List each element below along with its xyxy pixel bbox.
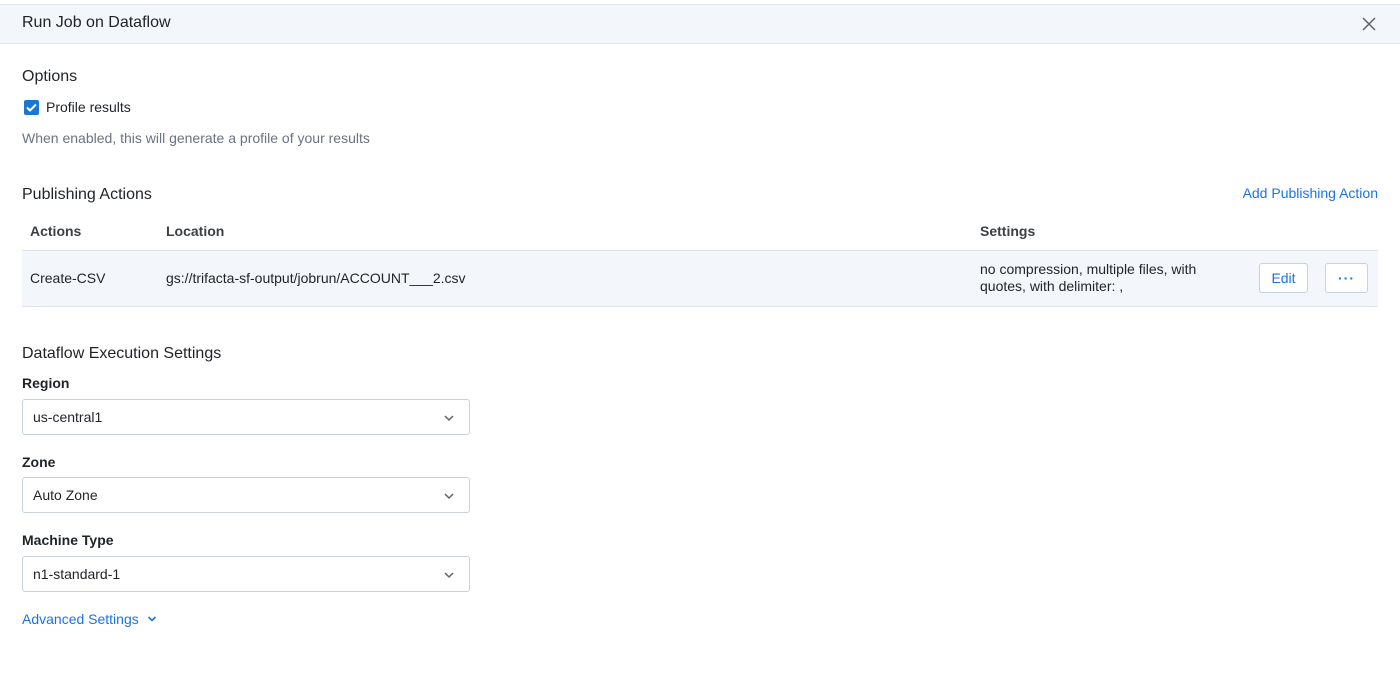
table-header: Actions Location Settings: [22, 213, 1378, 251]
chevron-down-icon: [444, 572, 454, 579]
profile-results-checkbox[interactable]: Profile results: [24, 99, 131, 115]
advanced-settings-label: Advanced Settings: [22, 611, 139, 627]
publishing-section-title: Publishing Actions: [22, 186, 152, 203]
region-select[interactable]: us-central1: [22, 399, 470, 435]
more-options-button[interactable]: ···: [1325, 263, 1368, 293]
publishing-actions-table: Actions Location Settings Create-CSV gs:…: [22, 213, 1378, 307]
location-cell: gs://trifacta-sf-output/jobrun/ACCOUNT__…: [166, 270, 466, 286]
options-section-title: Options: [22, 68, 78, 85]
add-publishing-action-link[interactable]: Add Publishing Action: [1243, 185, 1378, 201]
action-link[interactable]: Create-CSV: [30, 270, 105, 286]
table-row: Create-CSV gs://trifacta-sf-output/jobru…: [22, 251, 1378, 307]
zone-select[interactable]: Auto Zone: [22, 477, 470, 513]
settings-cell: no compression, multiple files, with quo…: [980, 261, 1196, 295]
column-header-actions: Actions: [30, 223, 82, 239]
close-button[interactable]: [1360, 15, 1378, 33]
checkbox-box[interactable]: [24, 99, 39, 115]
execution-section-title: Dataflow Execution Settings: [22, 345, 222, 362]
chevron-down-icon: [444, 415, 454, 422]
chevron-down-icon: [444, 493, 454, 500]
zone-label: Zone: [22, 454, 56, 470]
machine-type-value: n1-standard-1: [33, 566, 121, 582]
zone-value: Auto Zone: [33, 487, 98, 503]
advanced-settings-toggle[interactable]: Advanced Settings: [22, 611, 157, 627]
column-header-location: Location: [166, 223, 225, 239]
machine-type-select[interactable]: n1-standard-1: [22, 556, 470, 592]
column-header-settings: Settings: [980, 223, 1036, 239]
settings-line-2: quotes, with delimiter: ,: [980, 278, 1124, 294]
machine-type-label: Machine Type: [22, 532, 114, 548]
dialog-title: Run Job on Dataflow: [22, 14, 171, 31]
checkmark-icon: [26, 103, 37, 112]
close-icon: [1362, 17, 1376, 31]
dialog-header: Run Job on Dataflow: [0, 4, 1400, 44]
chevron-down-icon: [147, 616, 156, 622]
profile-results-label: Profile results: [46, 99, 131, 115]
edit-button[interactable]: Edit: [1259, 263, 1308, 293]
profile-hint: When enabled, this will generate a profi…: [22, 130, 370, 146]
settings-line-1: no compression, multiple files, with: [980, 261, 1197, 277]
region-value: us-central1: [33, 409, 103, 425]
region-label: Region: [22, 375, 70, 391]
